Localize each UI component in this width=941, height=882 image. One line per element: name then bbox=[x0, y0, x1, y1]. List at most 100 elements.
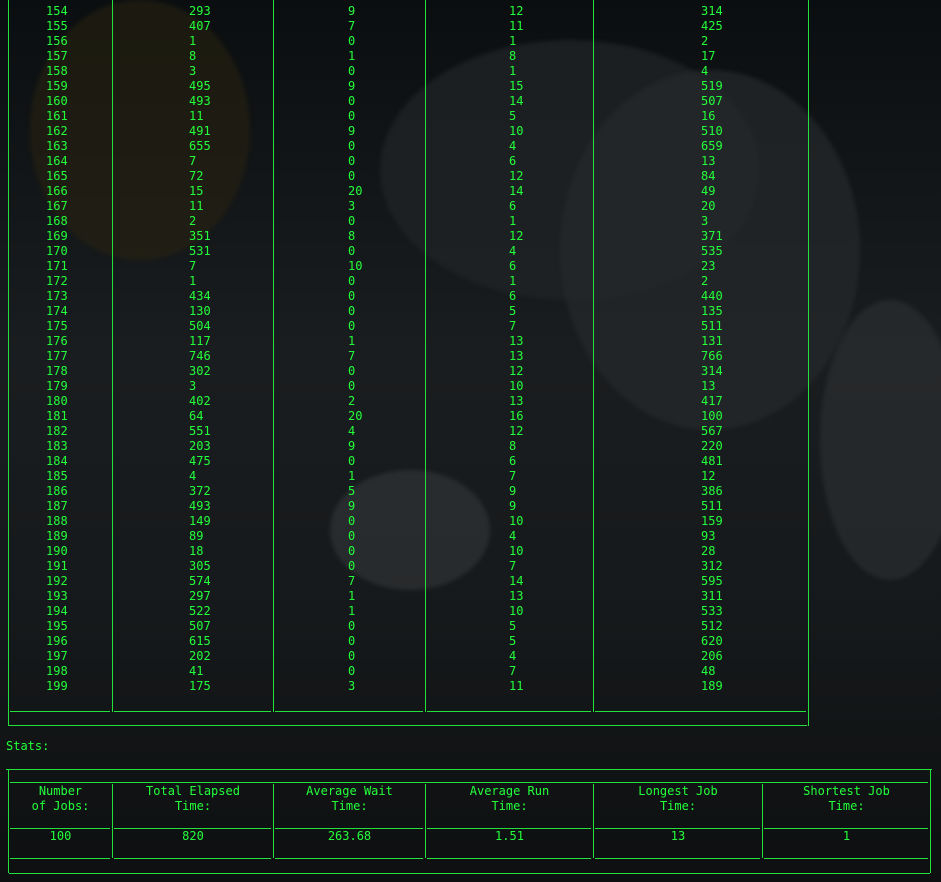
table-cell: 182 bbox=[46, 424, 68, 438]
table-cell: 173 bbox=[46, 289, 68, 303]
stats-header-line: Time: bbox=[174, 799, 212, 813]
table-cell: 12 bbox=[509, 169, 524, 183]
table-cell: 195 bbox=[46, 619, 68, 633]
table-cell: 493 bbox=[189, 94, 211, 108]
table-cell: 175 bbox=[46, 319, 68, 333]
table-cell: 198 bbox=[46, 664, 68, 678]
table-cell: 188 bbox=[46, 514, 68, 528]
table-cell: 0 bbox=[348, 619, 356, 633]
table-cell: 1 bbox=[189, 274, 197, 288]
terminal-window[interactable]: 154 293 9 12 314 155 407 7 11 425 156 1 0 1 2 157 8 1 8 17 1… bbox=[0, 0, 941, 882]
stats-value-underline bbox=[427, 858, 591, 859]
table-cell: 0 bbox=[348, 454, 356, 468]
table-cell: 184 bbox=[46, 454, 68, 468]
table-cell: 9 bbox=[348, 4, 356, 18]
table-cell: 0 bbox=[348, 379, 356, 393]
stats-header-line: Longest Job bbox=[638, 784, 718, 798]
table-cell: 512 bbox=[701, 619, 723, 633]
table-cell: 187 bbox=[46, 499, 68, 513]
table-cell: 5 bbox=[509, 109, 517, 123]
table-cell: 533 bbox=[701, 604, 723, 618]
table-cell: 49 bbox=[701, 184, 716, 198]
table-cell: 165 bbox=[46, 169, 68, 183]
table-cell: 1 bbox=[348, 49, 356, 63]
table-cell: 11 bbox=[189, 109, 204, 123]
table-cell: 10 bbox=[509, 514, 524, 528]
table-cell: 4 bbox=[189, 469, 197, 483]
table-cell: 162 bbox=[46, 124, 68, 138]
table-cell: 135 bbox=[701, 304, 723, 318]
table-cell: 1 bbox=[348, 469, 356, 483]
table-cell: 64 bbox=[189, 409, 204, 423]
table-cell: 620 bbox=[701, 634, 723, 648]
table-cell: 16 bbox=[701, 109, 716, 123]
table-cell: 491 bbox=[189, 124, 211, 138]
table-cell: 372 bbox=[189, 484, 211, 498]
table-cell: 766 bbox=[701, 349, 723, 363]
table-cell: 93 bbox=[701, 529, 716, 543]
table-cell: 17 bbox=[701, 49, 716, 63]
table-cell: 3 bbox=[189, 379, 197, 393]
table-cell: 14 bbox=[509, 574, 524, 588]
table-cell: 131 bbox=[701, 334, 723, 348]
table-cell: 434 bbox=[189, 289, 211, 303]
table-cell: 417 bbox=[701, 394, 723, 408]
table-cell: 519 bbox=[701, 79, 723, 93]
table-cell: 0 bbox=[348, 169, 356, 183]
table-cell: 166 bbox=[46, 184, 68, 198]
table-cell: 12 bbox=[509, 4, 524, 18]
table-cell: 14 bbox=[509, 94, 524, 108]
table-cell: 158 bbox=[46, 64, 68, 78]
table-cell: 191 bbox=[46, 559, 68, 573]
table-cell: 160 bbox=[46, 94, 68, 108]
table-cell: 3 bbox=[348, 679, 356, 693]
table-cell: 3 bbox=[701, 214, 709, 228]
table-cell: 475 bbox=[189, 454, 211, 468]
table-cell: 371 bbox=[701, 229, 723, 243]
table-cell: 117 bbox=[189, 334, 211, 348]
table-cell: 595 bbox=[701, 574, 723, 588]
table-cell: 202 bbox=[189, 649, 211, 663]
table-cell: 206 bbox=[701, 649, 723, 663]
stats-value-underline bbox=[10, 858, 110, 859]
stats-column-header: Average Run Time: bbox=[426, 784, 593, 814]
stats-header-line: Time: bbox=[659, 799, 697, 813]
table-cell: 6 bbox=[509, 454, 517, 468]
table-cell: 164 bbox=[46, 154, 68, 168]
table-cell: 11 bbox=[509, 19, 524, 33]
table-cell: 4 bbox=[509, 529, 517, 543]
table-cell: 7 bbox=[189, 259, 197, 273]
table-row-underline bbox=[114, 711, 271, 712]
table-cell: 7 bbox=[509, 664, 517, 678]
stats-value: 820 bbox=[182, 829, 204, 843]
table-cell: 72 bbox=[189, 169, 204, 183]
table-cell: 0 bbox=[348, 649, 356, 663]
table-cell: 0 bbox=[348, 154, 356, 168]
table-cell: 0 bbox=[348, 319, 356, 333]
table-cell: 100 bbox=[701, 409, 723, 423]
table-cell: 10 bbox=[348, 259, 363, 273]
stats-value-underline bbox=[275, 858, 423, 859]
table-cell: 386 bbox=[701, 484, 723, 498]
table-cell: 2 bbox=[189, 214, 197, 228]
stats-column-header: Total Elapsed Time: bbox=[113, 784, 273, 814]
table-cell: 6 bbox=[509, 199, 517, 213]
table-cell: 13 bbox=[509, 334, 524, 348]
stats-value-underline bbox=[114, 858, 271, 859]
table-row-underline bbox=[427, 711, 591, 712]
table-cell: 9 bbox=[509, 484, 517, 498]
table-cell: 1 bbox=[189, 34, 197, 48]
table-cell: 170 bbox=[46, 244, 68, 258]
table-cell: 7 bbox=[348, 19, 356, 33]
stats-column-header: Average Wait Time: bbox=[274, 784, 425, 814]
stats-value: 1.51 bbox=[495, 829, 524, 843]
table-cell: 0 bbox=[348, 94, 356, 108]
table-cell: 9 bbox=[509, 499, 517, 513]
table-column-divider bbox=[112, 0, 113, 712]
table-cell: 4 bbox=[509, 139, 517, 153]
table-cell: 5 bbox=[509, 634, 517, 648]
table-cell: 6 bbox=[509, 289, 517, 303]
table-cell: 314 bbox=[701, 364, 723, 378]
table-cell: 9 bbox=[348, 439, 356, 453]
table-cell: 130 bbox=[189, 304, 211, 318]
